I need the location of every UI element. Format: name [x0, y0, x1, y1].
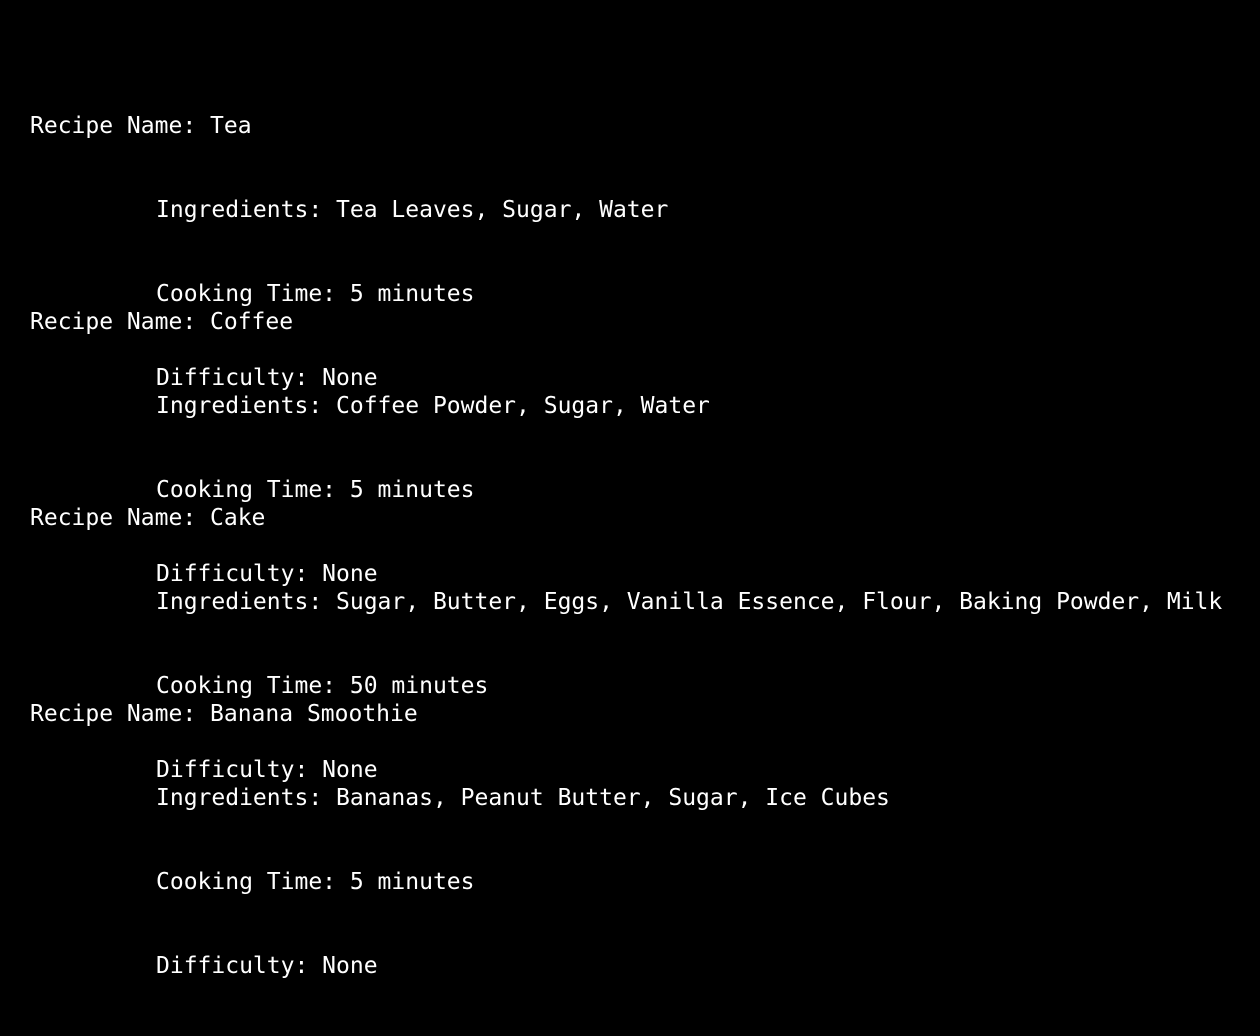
recipe-difficulty-line: Difficulty: None — [156, 953, 378, 979]
recipe-entry-coffee: Recipe Name: Coffee Ingredients: Coffee … — [30, 252, 1260, 587]
recipe-entry-cake: Recipe Name: Cake Ingredients: Sugar, Bu… — [30, 448, 1260, 783]
recipe-cooking-time-line: Cooking Time: 5 minutes — [156, 869, 475, 895]
recipe-name-line: Recipe Name: Coffee — [30, 309, 294, 335]
recipe-difficulty-line: Difficulty: None — [156, 561, 378, 587]
recipe-ingredients-line: Ingredients: Coffee Powder, Sugar, Water — [156, 393, 710, 419]
recipe-entry-tea: Recipe Name: Tea Ingredients: Tea Leaves… — [30, 56, 1260, 391]
recipe-name-line: Recipe Name: Cake — [30, 505, 266, 531]
recipe-ingredients-line: Ingredients: Sugar, Butter, Eggs, Vanill… — [156, 589, 1223, 615]
recipe-name-line: Recipe Name: Banana Smoothie — [30, 701, 418, 727]
recipe-ingredients-line: Ingredients: Bananas, Peanut Butter, Sug… — [156, 785, 890, 811]
recipe-ingredients-line: Ingredients: Tea Leaves, Sugar, Water — [156, 197, 669, 223]
recipe-difficulty-line: Difficulty: None — [156, 757, 378, 783]
recipe-name-line: Recipe Name: Tea — [30, 113, 252, 139]
recipe-entry-banana-smoothie: Recipe Name: Banana Smoothie Ingredients… — [30, 644, 1260, 979]
terminal-output: Recipe Name: Tea Ingredients: Tea Leaves… — [0, 0, 1260, 979]
